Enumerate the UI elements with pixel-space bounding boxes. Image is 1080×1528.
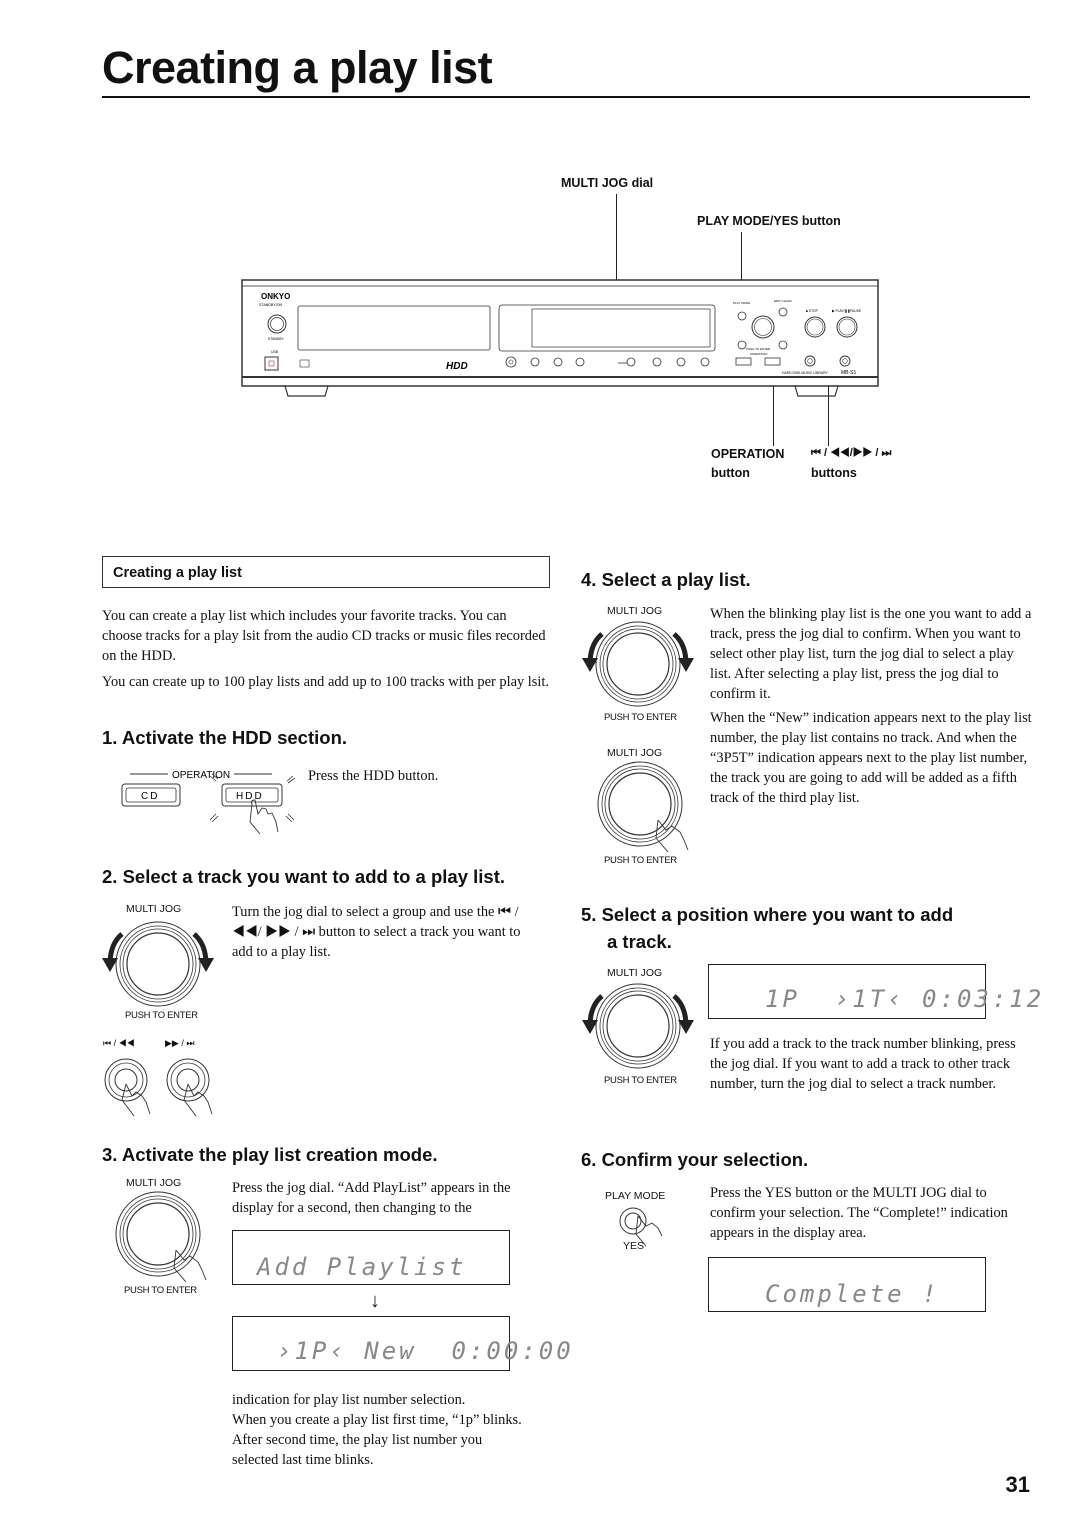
push-to-enter-label: PUSH TO ENTER — [604, 855, 677, 866]
svg-text:▶ PLAY/❚❚PAUSE: ▶ PLAY/❚❚PAUSE — [832, 309, 862, 313]
step-2-text: Turn the jog dial to select a group and … — [232, 904, 521, 960]
step-3-text-after: selected last time blinks. — [232, 1452, 374, 1468]
play-mode-yes-press-icon — [619, 1207, 663, 1247]
callout-operation-button: button — [711, 466, 750, 480]
svg-text:STANDBY: STANDBY — [268, 337, 285, 341]
multi-jog-label: MULTI JOG — [126, 1177, 182, 1189]
svg-text:EDIT CLEAR: EDIT CLEAR — [774, 299, 792, 303]
multi-jog-dial-icon — [582, 983, 694, 1069]
intro-paragraph: You can create up to 100 play lists and … — [102, 674, 549, 690]
step-2-heading: 2. Select a track you want to add to a p… — [102, 866, 506, 887]
step-5-heading-cont: a track. — [607, 931, 672, 952]
display-text: 1P ›1T‹ 0:03:12 — [765, 985, 1045, 1013]
hdd-logo: HDD — [446, 361, 468, 372]
push-to-enter-label: PUSH TO ENTER — [604, 1075, 677, 1086]
svg-text:OPERATION: OPERATION — [750, 352, 767, 356]
step-6-text: Press the YES button or the MULTI JOG di… — [710, 1185, 1008, 1241]
pressing-hand-icon — [121, 1083, 151, 1117]
svg-text:HDD: HDD — [236, 791, 264, 802]
device-front-panel: ONKYO STANDBY/ON STANDBY USB HDD PLAY MO… — [241, 279, 879, 397]
step-3-heading: 3. Activate the play list creation mode. — [102, 1144, 438, 1165]
callout-multi-jog-dial: MULTI JOG dial — [561, 176, 654, 190]
display-text: ›1P‹ New 0:00:00 — [277, 1337, 574, 1365]
svg-text:CD: CD — [141, 791, 159, 802]
push-to-enter-label: PUSH TO ENTER — [124, 1285, 197, 1296]
svg-text:USB: USB — [271, 350, 279, 354]
step-4-heading: 4. Select a play list. — [581, 569, 751, 590]
svg-text:PUSH TO ENTER: PUSH TO ENTER — [746, 347, 771, 351]
step-6-heading: 6. Confirm your selection. — [581, 1149, 809, 1170]
callout-skip-buttons-label: buttons — [811, 466, 857, 480]
next-buttons-label: ▶▶ / ⏭ — [165, 1038, 195, 1048]
svg-text:OPERATION: OPERATION — [172, 770, 230, 781]
skip-buttons-figure — [104, 1058, 213, 1117]
page-title: Creating a play list — [102, 42, 493, 93]
svg-text:STANDBY/ON: STANDBY/ON — [259, 303, 283, 307]
push-to-enter-label: PUSH TO ENTER — [125, 1010, 198, 1021]
device-foot — [794, 385, 839, 397]
step-5-heading: 5. Select a position where you want to a… — [581, 904, 954, 925]
arrow-down-icon: ↓ — [370, 1290, 380, 1312]
multi-jog-dial-icon — [582, 621, 694, 707]
intro-paragraph: You can create a play list which include… — [102, 608, 546, 664]
step-4-text: When the blinking play list is the one y… — [710, 606, 1032, 702]
cd-operation-button — [735, 357, 752, 366]
step-3-text: Press the jog dial. “Add PlayList” appea… — [232, 1180, 511, 1216]
brand-logo: ONKYO — [261, 292, 290, 301]
step-3-text-after: indication for play list number selectio… — [232, 1392, 466, 1408]
step-3-text-after: After second time, the play list number … — [232, 1432, 483, 1448]
cd-tray — [297, 305, 491, 351]
display-complete: Complete ! — [708, 1257, 986, 1312]
prev-buttons-label: ⏮ / ◀◀ — [103, 1038, 135, 1048]
step-1-heading: 1. Activate the HDD section. — [102, 727, 348, 748]
multi-jog-dial-press-icon — [115, 1191, 207, 1282]
display-text: Add Playlist — [257, 1253, 467, 1281]
svg-text:HARD DISK MUSIC LIBRARY: HARD DISK MUSIC LIBRARY — [782, 371, 828, 375]
display-track-position: 1P ›1T‹ 0:03:12 — [708, 964, 1041, 1019]
push-to-enter-label: PUSH TO ENTER — [604, 712, 677, 723]
multi-jog-label: MULTI JOG — [607, 605, 663, 617]
yes-label: YES — [623, 1240, 645, 1252]
svg-text:■ STOP: ■ STOP — [806, 309, 819, 313]
play-mode-label: PLAY MODE — [605, 1190, 666, 1202]
device-foot — [284, 385, 329, 397]
display-text: Complete ! — [765, 1280, 940, 1308]
page-number: 31 — [1005, 1472, 1030, 1497]
section-box-heading: Creating a play list — [102, 556, 550, 588]
display-add-playlist: Add Playlist — [232, 1230, 510, 1285]
display-playlist-new: ›1P‹ New 0:00:00 — [232, 1316, 571, 1371]
step-4-text: When the “New” indication appears next t… — [710, 710, 1032, 806]
multi-jog-label: MULTI JOG — [126, 903, 182, 915]
callout-play-mode-yes: PLAY MODE/YES button — [697, 214, 841, 228]
callout-operation: OPERATION — [711, 447, 785, 461]
operation-buttons-figure: OPERATION CD HDD — [121, 770, 296, 835]
multi-jog-label: MULTI JOG — [607, 967, 663, 979]
multi-jog-label: MULTI JOG — [607, 747, 663, 759]
title-rule — [102, 96, 1030, 98]
step-1-text: Press the HDD button. — [308, 768, 439, 784]
multi-jog-dial-icon — [102, 921, 214, 1007]
step-5-text: If you add a track to the track number b… — [710, 1036, 1016, 1092]
svg-text:PLAY MODE: PLAY MODE — [733, 301, 750, 305]
model-number: MB-S1 — [841, 370, 857, 376]
hdd-operation-button — [764, 357, 781, 366]
callout-skip-buttons: ⏮ / ◀◀/▶▶ / ⏭ — [811, 447, 892, 459]
multi-jog-dial-press-icon — [597, 761, 689, 852]
pressing-hand-icon — [183, 1083, 213, 1117]
pressing-hand-icon — [249, 799, 279, 835]
step-3-text-after: When you create a play list first time, … — [232, 1412, 522, 1428]
